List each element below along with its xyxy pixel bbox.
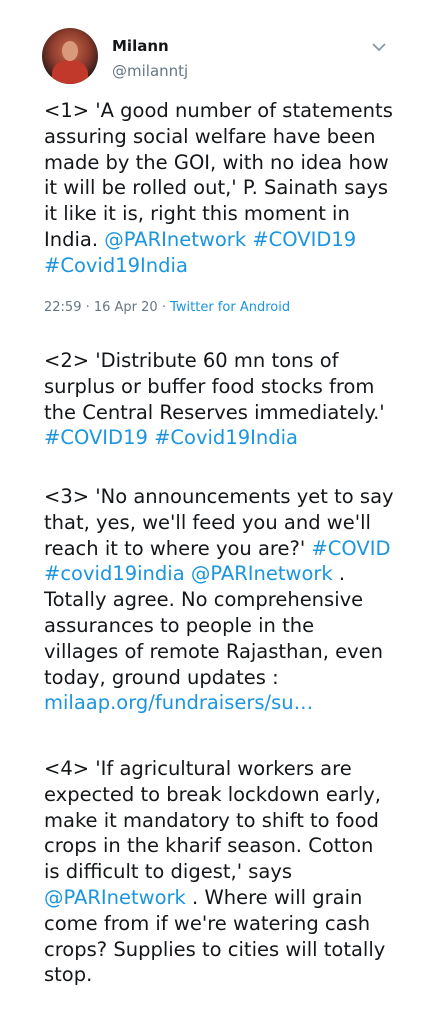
hashtag-link[interactable]: #covid19india (44, 562, 185, 585)
author-handle[interactable]: @milanntj (112, 62, 188, 80)
tweet-text-1: <1> 'A good number of statements assurin… (44, 98, 394, 279)
hashtag-link[interactable]: #COVID (311, 537, 390, 560)
tweet-meta: 22:59 · 16 Apr 20 · Twitter for Android (44, 300, 290, 315)
author-name[interactable]: Milann (112, 37, 169, 55)
avatar-figure-face (62, 41, 78, 61)
tweet-text-segment: <2> 'Distribute 60 mn tons of surplus or… (44, 349, 391, 424)
mention-link[interactable]: @PARInetwork (104, 228, 246, 251)
hashtag-link[interactable]: #COVID19 (252, 228, 356, 251)
tweet-text-4: <4> 'If agricultural workers are expecte… (44, 756, 394, 988)
tweet-text-segment (391, 537, 397, 560)
avatar-figure-body (52, 60, 88, 84)
hashtag-link[interactable]: #Covid19India (44, 254, 188, 277)
url-link[interactable]: milaap.org/fundraisers/su… (44, 691, 313, 714)
mention-link[interactable]: @PARInetwork (44, 886, 186, 909)
tweet-text-2: <2> 'Distribute 60 mn tons of surplus or… (44, 348, 394, 451)
tweet-text-3: <3> 'No announcements yet to say that, y… (44, 484, 394, 716)
avatar[interactable] (42, 28, 98, 84)
chevron-down-icon[interactable] (370, 40, 388, 54)
tweet-header: Milann @milanntj (42, 28, 402, 88)
tweet-timestamp: 22:59 · 16 Apr 20 · (44, 300, 171, 315)
mention-link[interactable]: @PARInetwork (191, 562, 333, 585)
hashtag-link[interactable]: #Covid19India (154, 426, 298, 449)
tweet-text-segment: <4> 'If agricultural workers are expecte… (44, 757, 388, 884)
hashtag-link[interactable]: #COVID19 (44, 426, 148, 449)
tweet-source-link[interactable]: Twitter for Android (170, 300, 290, 315)
tweet-text-segment (356, 228, 362, 251)
